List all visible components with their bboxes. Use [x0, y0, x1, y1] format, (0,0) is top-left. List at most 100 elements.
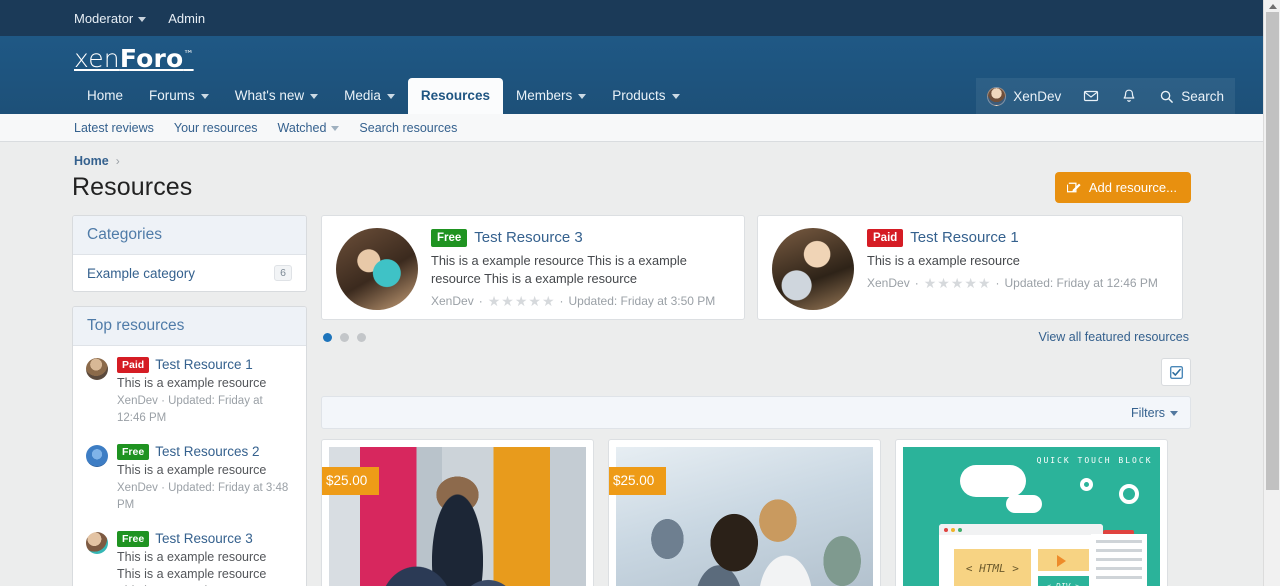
star-icon: ★ — [528, 294, 541, 308]
vertical-scrollbar[interactable] — [1263, 0, 1280, 586]
list-item-meta: XenDev · Updated: Friday at 12:46 PM — [117, 393, 293, 427]
breadcrumb: Home › — [72, 142, 1191, 172]
featured-strip: Free Test Resource 3 This is a example r… — [321, 215, 1191, 320]
list-item[interactable]: Free Test Resource 3 This is a example r… — [73, 524, 306, 586]
nav-item-media[interactable]: Media — [331, 78, 408, 114]
category-count-badge: 6 — [274, 265, 292, 281]
nav-item-home[interactable]: Home — [74, 78, 136, 114]
inbox-button[interactable] — [1072, 78, 1110, 114]
nav-item-products[interactable]: Products — [599, 78, 692, 114]
user-avatar-icon — [987, 87, 1006, 106]
carousel-dot-3[interactable] — [357, 333, 366, 342]
avatar — [772, 228, 854, 310]
list-item[interactable]: Paid Test Resource 1 This is a example r… — [73, 350, 306, 437]
featured-carousel: Free Test Resource 3 This is a example r… — [321, 215, 1191, 344]
featured-card-description: This is a example resource — [867, 252, 1168, 270]
rating-stars[interactable]: ★ ★ ★ ★ ★ — [924, 276, 991, 290]
updated-label: Updated: Friday at 12:46 PM — [1005, 275, 1158, 291]
cloud-icon — [960, 465, 1027, 496]
resource-link[interactable]: Test Resource 1 — [910, 228, 1018, 248]
chevron-down-icon — [310, 94, 318, 99]
chevron-down-icon — [331, 126, 339, 131]
view-all-featured-link[interactable]: View all featured resources — [1038, 330, 1189, 344]
resource-link[interactable]: Test Resources 2 — [155, 443, 259, 461]
nav-item-forums[interactable]: Forums — [136, 78, 222, 114]
staffbar-item-moderator[interactable]: Moderator — [74, 12, 146, 25]
nav-label: Home — [87, 87, 123, 104]
logo-text-light: xen — [74, 44, 120, 73]
select-all-checkbox-button[interactable] — [1161, 358, 1191, 386]
user-menu-button[interactable]: XenDev — [976, 78, 1072, 114]
resource-card[interactable]: $25.00 — [608, 439, 881, 586]
rating-stars[interactable]: ★ ★ ★ ★ ★ — [488, 294, 555, 308]
html-tag-label: < HTML > — [954, 549, 1031, 586]
browser-viewport: Moderator Admin xenForo™ Home Forums — [0, 0, 1280, 586]
updated-label: Updated: Friday at 3:50 PM — [569, 293, 716, 309]
star-icon: ★ — [515, 294, 528, 308]
price-badge: $25.00 — [321, 467, 379, 495]
subnav-item-watched[interactable]: Watched — [278, 121, 340, 135]
chevron-down-icon — [138, 17, 146, 22]
category-row[interactable]: Example category 6 — [73, 255, 306, 291]
meta-separator: · — [560, 293, 564, 309]
carousel-dots — [323, 333, 366, 342]
top-resources-list: Paid Test Resource 1 This is a example r… — [73, 346, 306, 586]
author-label: XenDev — [867, 275, 910, 291]
subnav-item-your-resources[interactable]: Your resources — [174, 121, 258, 135]
nav-label: Resources — [421, 87, 490, 104]
staffbar-moderator-label: Moderator — [74, 12, 133, 25]
resource-link[interactable]: Test Resource 3 — [155, 530, 253, 548]
chevron-down-icon — [201, 94, 209, 99]
carousel-dot-1[interactable] — [323, 333, 332, 342]
list-item[interactable]: Free Test Resources 2 This is a example … — [73, 437, 306, 524]
price-badge: $25.00 — [608, 467, 666, 495]
subnav-label: Latest reviews — [74, 121, 154, 135]
nav-label: Forums — [149, 87, 195, 104]
site-logo[interactable]: xenForo™ — [74, 44, 194, 73]
featured-card[interactable]: Free Test Resource 3 This is a example r… — [321, 215, 745, 320]
chevron-down-icon — [672, 94, 680, 99]
status-badge: Free — [117, 531, 149, 547]
search-button[interactable]: Search — [1148, 78, 1235, 114]
nav-label: Products — [612, 87, 665, 104]
nav-item-whats-new[interactable]: What's new — [222, 78, 331, 114]
resource-card[interactable]: QUICK TOUCH BLOCK — [895, 439, 1168, 586]
avatar — [86, 532, 108, 554]
scroll-up-arrow-icon[interactable] — [1264, 0, 1280, 12]
nav-item-resources[interactable]: Resources — [408, 78, 503, 114]
top-resources-heading: Top resources — [73, 307, 306, 346]
status-badge: Paid — [867, 229, 903, 247]
resource-card[interactable]: $25.00 — [321, 439, 594, 586]
logo-row: xenForo™ — [0, 36, 1263, 78]
resource-link[interactable]: Test Resource 1 — [155, 356, 253, 374]
page-title-row: Resources Add resource... — [72, 172, 1191, 203]
chevron-down-icon — [387, 94, 395, 99]
add-resource-button[interactable]: Add resource... — [1055, 172, 1191, 203]
page-title: Resources — [72, 173, 192, 202]
breadcrumb-item-home[interactable]: Home — [74, 154, 109, 168]
filter-bar: Filters — [321, 396, 1191, 429]
alerts-button[interactable] — [1110, 78, 1148, 114]
browser-titlebar-graphic — [939, 524, 1103, 535]
resource-link[interactable]: Test Resource 3 — [474, 228, 582, 248]
star-icon: ★ — [964, 276, 977, 290]
status-badge: Paid — [117, 357, 149, 373]
toolbar-row — [321, 358, 1191, 386]
subnav-item-latest-reviews[interactable]: Latest reviews — [74, 121, 154, 135]
breadcrumb-separator-icon: › — [116, 154, 120, 168]
filters-button[interactable]: Filters — [1131, 406, 1178, 420]
featured-card-description: This is a example resource This is a exa… — [431, 252, 730, 288]
category-link-example[interactable]: Example category — [87, 266, 195, 281]
staffbar-item-admin[interactable]: Admin — [168, 12, 205, 25]
scrollbar-thumb[interactable] — [1266, 12, 1279, 490]
featured-card-meta: XenDev · ★ ★ ★ ★ ★ — [867, 275, 1168, 291]
subnav-label: Watched — [278, 121, 327, 135]
carousel-dot-2[interactable] — [340, 333, 349, 342]
meta-separator: · — [479, 293, 483, 309]
nav-item-members[interactable]: Members — [503, 78, 599, 114]
main-column: Free Test Resource 3 This is a example r… — [321, 215, 1191, 586]
list-item-title-row: Free Test Resource 3 — [117, 530, 293, 548]
content-columns: Categories Example category 6 Top resour… — [72, 215, 1191, 586]
subnav-item-search-resources[interactable]: Search resources — [359, 121, 457, 135]
featured-card[interactable]: Paid Test Resource 1 This is a example r… — [757, 215, 1183, 320]
